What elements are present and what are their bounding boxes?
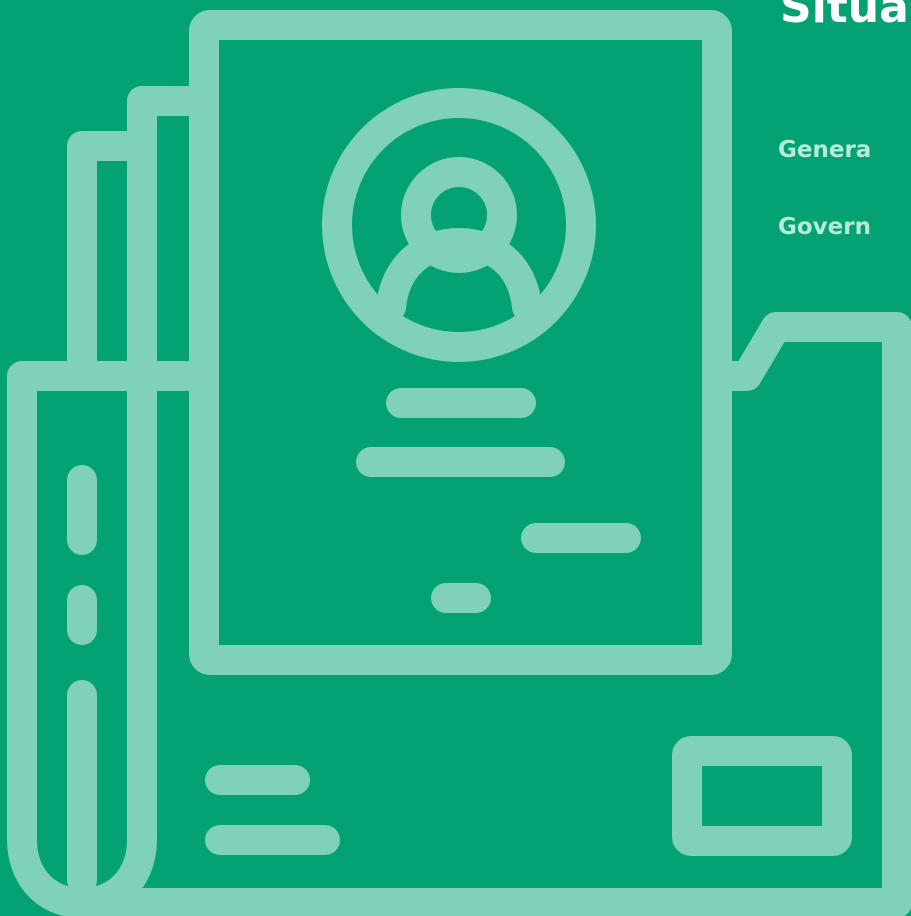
profile-shoulders-icon xyxy=(376,228,542,322)
subtitle-line-1: Genera xyxy=(778,137,872,163)
base-stamp xyxy=(672,736,852,856)
subtitle-line-2: Govern xyxy=(778,214,871,240)
page-title: Situa xyxy=(780,0,909,33)
newspaper-profile-icon xyxy=(7,10,911,916)
profile-circle xyxy=(322,88,596,362)
